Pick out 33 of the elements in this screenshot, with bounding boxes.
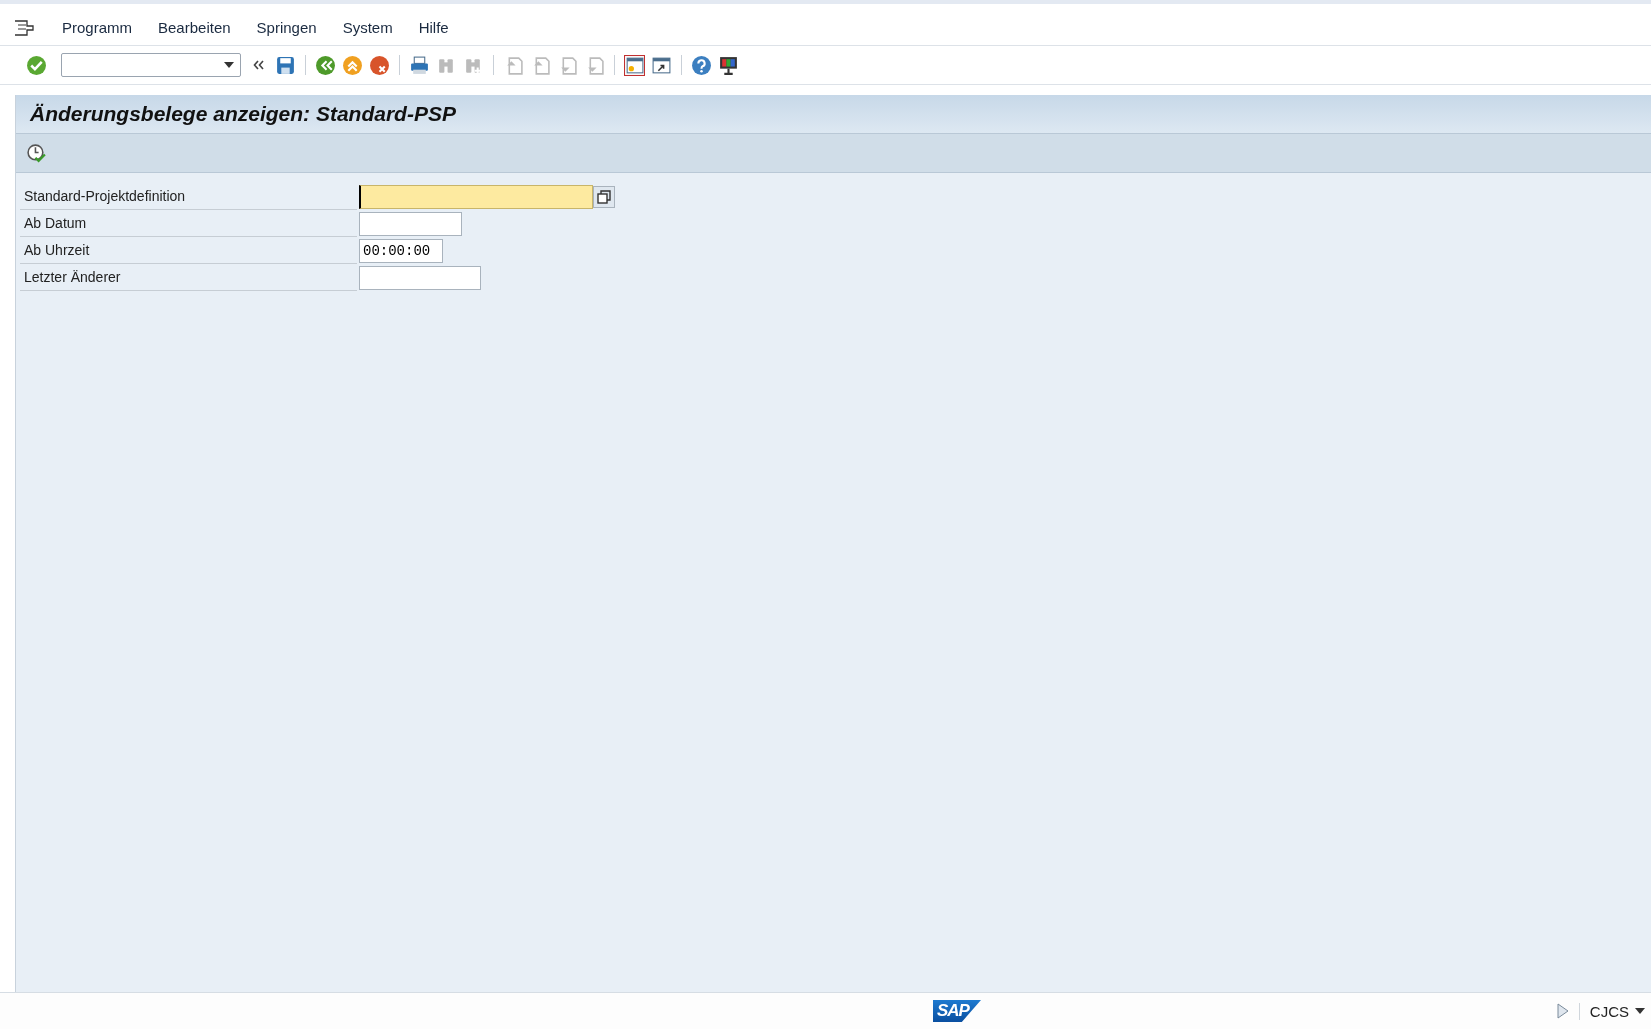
input-field[interactable]: 00:00:00: [359, 238, 443, 263]
x-circle-icon[interactable]: [369, 54, 390, 76]
field-label: Ab Datum: [20, 210, 357, 237]
field-label: Ab Uhrzeit: [20, 237, 357, 264]
menu-item[interactable]: System: [342, 19, 393, 36]
floppy-disk-icon[interactable]: [275, 54, 296, 76]
menu-icon[interactable]: [14, 19, 34, 36]
transaction-dropdown[interactable]: CJCS: [1578, 1002, 1651, 1020]
dropdown-caret-icon[interactable]: [224, 62, 234, 68]
dropdown-caret-icon[interactable]: [1635, 1008, 1645, 1014]
screen-title: Änderungsbelege anzeigen: Standard-PSP: [16, 95, 1651, 134]
new-window-icon[interactable]: [624, 54, 645, 76]
printer-icon[interactable]: [409, 54, 430, 76]
play-icon[interactable]: [1556, 1003, 1569, 1019]
menu-item[interactable]: Springen: [256, 19, 317, 36]
menu-item[interactable]: Hilfe: [418, 19, 449, 36]
up-chevron-icon[interactable]: [342, 54, 363, 76]
command-field[interactable]: [61, 53, 241, 77]
menu-item[interactable]: Bearbeiten: [158, 19, 231, 36]
input-field[interactable]: [359, 265, 481, 290]
value-help-button[interactable]: [593, 185, 615, 208]
double-chevron-icon[interactable]: [315, 54, 336, 76]
input-field[interactable]: [359, 211, 462, 236]
field-label: Letzter Änderer: [20, 264, 357, 291]
input-field[interactable]: [359, 184, 593, 209]
clock-check-icon[interactable]: [26, 142, 47, 164]
menu-item[interactable]: Programm: [62, 19, 132, 36]
double-chevron-left-icon[interactable]: [253, 59, 265, 71]
field-label: Standard-Projektdefinition: [20, 183, 357, 210]
monitor-icon[interactable]: [718, 54, 739, 76]
checkmark-icon[interactable]: [26, 54, 47, 76]
help-icon[interactable]: [691, 54, 712, 76]
logo: SAP: [933, 1000, 981, 1022]
